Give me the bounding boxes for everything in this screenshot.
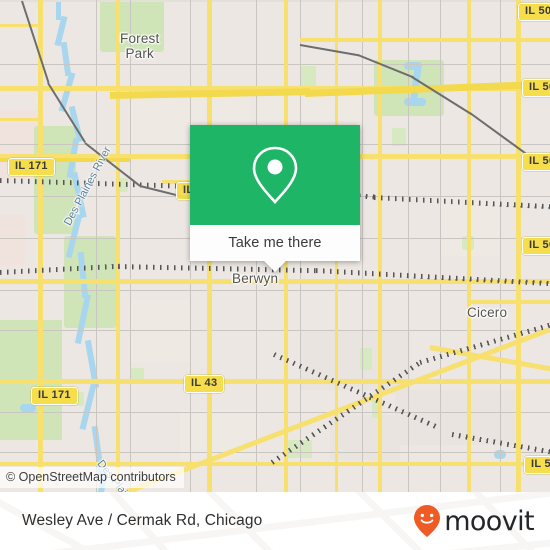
bottom-bar: Wesley Ave / Cermak Rd, Chicago moovit	[0, 492, 550, 550]
moovit-smiley-pin-icon	[414, 505, 441, 537]
water-label-des-plaines-river: Des Plaines River	[62, 144, 114, 228]
map-canvas[interactable]: IL 171 IL 43 IL 171 IL 50 IL 50 IL 50 IL…	[0, 0, 550, 492]
city-label-forest-park: Forest Park	[120, 31, 159, 61]
take-me-there-card[interactable]: Take me there	[190, 125, 360, 272]
osm-attribution[interactable]: © OpenStreetMap contributors	[0, 467, 184, 488]
card-pointer	[264, 261, 286, 272]
city-label-line2: Park	[125, 46, 155, 61]
city-label-berwyn: Berwyn	[232, 271, 279, 286]
take-me-there-label: Take me there	[228, 235, 322, 251]
map-pin-icon	[252, 146, 298, 205]
place-name: Wesley Ave / Cermak Rd, Chicago	[22, 512, 263, 529]
city-label-cicero: Cicero	[467, 305, 508, 320]
city-label-line1: Forest	[120, 31, 160, 46]
card-icon-area	[190, 125, 360, 225]
moovit-wordmark: moovit	[444, 505, 534, 537]
card-action-area[interactable]: Take me there	[190, 225, 360, 261]
map-screenshot: IL 171 IL 43 IL 171 IL 50 IL 50 IL 50 IL…	[0, 0, 550, 550]
moovit-logo: moovit	[412, 504, 535, 538]
